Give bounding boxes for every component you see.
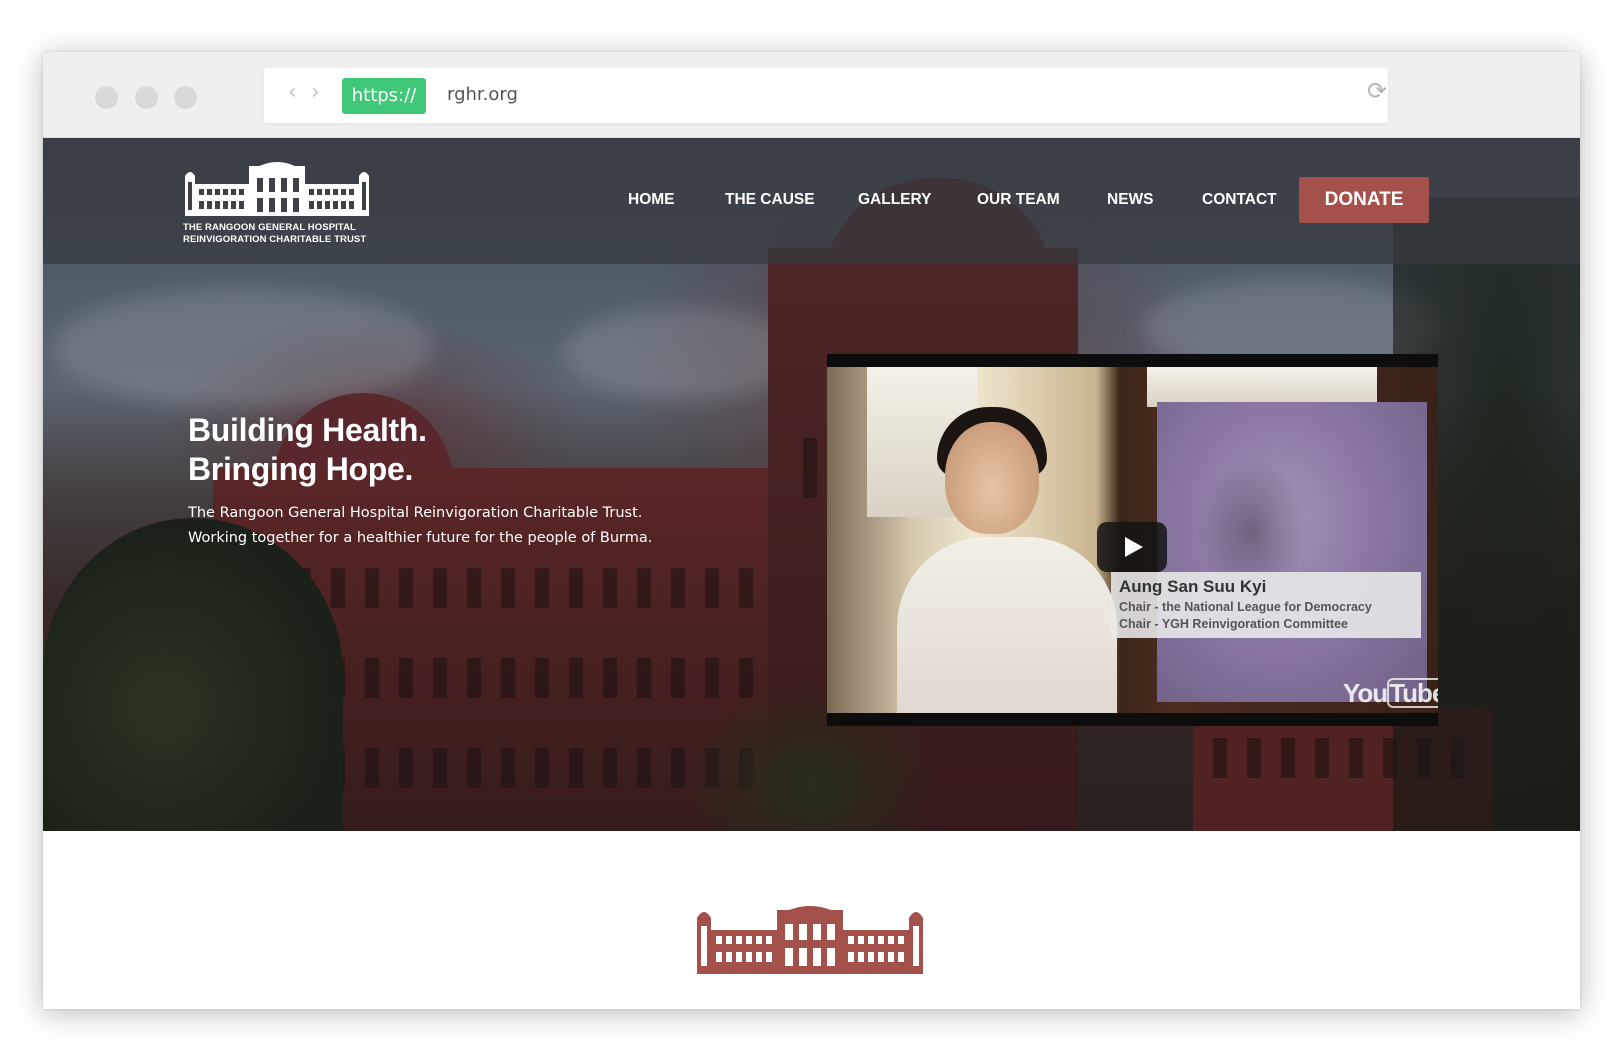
caption-line1: Chair - the National League for Democrac… [1119, 600, 1372, 614]
video-thumbnail[interactable]: Aung San Suu Kyi Chair - the National Le… [827, 367, 1438, 713]
site-header: THE RANGOON GENERAL HOSPITAL REINVIGORAT… [43, 138, 1580, 264]
hero-subtitle-line1: The Rangoon General Hospital Reinvigorat… [188, 505, 643, 521]
hero-section: THE RANGOON GENERAL HOSPITAL REINVIGORAT… [43, 138, 1580, 831]
donate-button[interactable]: DONATE [1299, 177, 1429, 223]
youtube-logo-you: You [1343, 678, 1388, 708]
window-minimize-button[interactable] [135, 86, 158, 109]
window-close-button[interactable] [95, 86, 118, 109]
speaker-face [945, 422, 1039, 534]
forward-arrow-icon[interactable]: › [311, 82, 320, 104]
nav-gallery[interactable]: GALLERY [858, 191, 931, 209]
address-bar[interactable]: ‹ › https:// rghr.org [264, 68, 1388, 123]
reload-icon[interactable]: ⟳ [1367, 78, 1393, 104]
caption-name: Aung San Suu Kyi [1119, 577, 1267, 596]
window-maximize-button[interactable] [174, 86, 197, 109]
caption-line2: Chair - YGH Reinvigoration Committee [1119, 617, 1348, 631]
video-caption: Aung San Suu Kyi Chair - the National Le… [1111, 572, 1421, 638]
youtube-logo[interactable]: YouTube [1343, 678, 1438, 709]
video-embed[interactable]: Aung San Suu Kyi Chair - the National Le… [827, 354, 1438, 726]
hospital-logo-icon [185, 162, 369, 216]
youtube-logo-tube: Tube [1387, 678, 1438, 708]
url-text[interactable]: rghr.org [447, 81, 518, 109]
hero-subtitle-line2: Working together for a healthier future … [188, 530, 653, 546]
play-icon[interactable] [1097, 522, 1167, 572]
hero-title-line1: Building Health. [188, 412, 427, 448]
logo-text-line1: THE RANGOON GENERAL HOSPITAL [183, 222, 356, 233]
nav-contact[interactable]: CONTACT [1202, 191, 1277, 209]
browser-chrome: ‹ › https:// rghr.org ⟳ [43, 52, 1580, 138]
browser-window: ‹ › https:// rghr.org ⟳ THE RANGOON GENE… [43, 52, 1580, 1009]
https-badge: https:// [342, 78, 426, 114]
curtain-shape [1147, 367, 1377, 407]
hero-title-line2: Bringing Hope. [188, 451, 414, 487]
speaker-figure [897, 537, 1117, 713]
nav-news[interactable]: NEWS [1107, 191, 1154, 209]
logo-text-line2: REINVIGORATION CHARITABLE TRUST [183, 234, 367, 245]
back-arrow-icon[interactable]: ‹ [288, 82, 297, 104]
site-logo[interactable]: THE RANGOON GENERAL HOSPITAL REINVIGORAT… [183, 158, 371, 248]
footer-hospital-logo-icon [697, 906, 923, 974]
nav-home[interactable]: HOME [628, 191, 675, 209]
nav-the-cause[interactable]: THE CAUSE [725, 191, 815, 209]
hero-subtitle: The Rangoon General Hospital Reinvigorat… [188, 501, 652, 551]
nav-our-team[interactable]: OUR TEAM [977, 191, 1060, 209]
hero-title: Building Health. Bringing Hope. [188, 411, 427, 489]
